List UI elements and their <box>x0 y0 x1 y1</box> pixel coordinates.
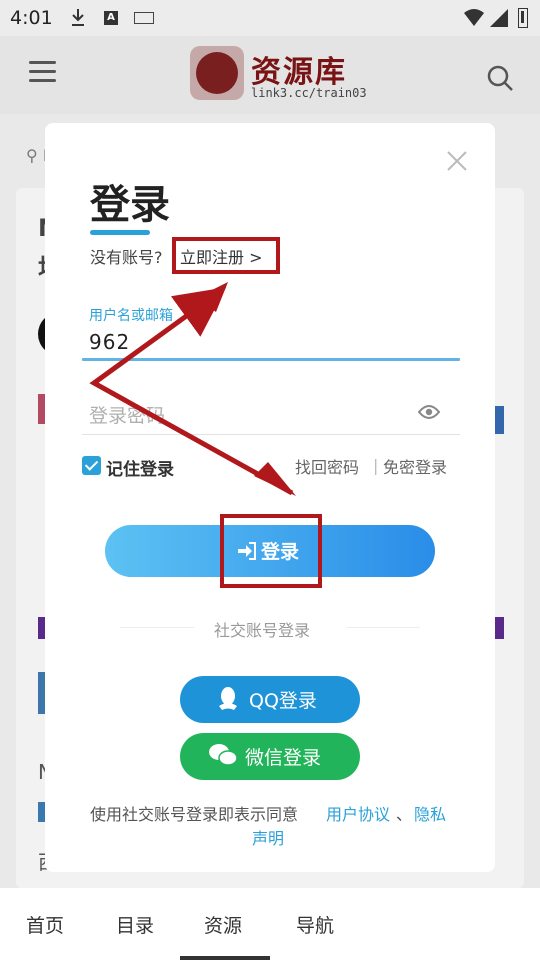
nav-active-indicator <box>180 956 270 960</box>
eye-icon[interactable] <box>418 404 440 420</box>
qq-icon <box>219 687 237 710</box>
wechat-icon <box>209 744 238 766</box>
social-login-label: 社交账号登录 <box>214 621 311 640</box>
agreement-separator: 、 <box>396 805 413 824</box>
title-underline <box>90 230 150 235</box>
site-title: 资源库 <box>251 55 347 90</box>
nav-resources[interactable]: 资源 <box>204 911 242 938</box>
nav-home[interactable]: 首页 <box>26 911 64 938</box>
user-agreement-link[interactable]: 用户协议 <box>326 801 390 825</box>
privacy-link[interactable]: 隐私 <box>414 801 446 825</box>
password-underline <box>82 434 460 435</box>
download-icon <box>72 9 84 26</box>
forgot-password-link[interactable]: 找回密码 <box>295 454 359 478</box>
bg-tag <box>494 406 504 434</box>
username-input[interactable]: 962 <box>89 330 130 354</box>
wechat-login-label[interactable]: 微信登录 <box>245 743 321 770</box>
annotation-box <box>220 514 322 588</box>
privacy-link[interactable]: 声明 <box>252 825 284 849</box>
signal-icon <box>490 9 508 27</box>
close-icon[interactable] <box>446 150 468 172</box>
site-url: link3.cc/train03 <box>251 86 367 100</box>
remember-checkbox[interactable] <box>82 456 101 475</box>
qq-login-label[interactable]: QQ登录 <box>249 686 317 713</box>
divider <box>120 627 194 628</box>
a-icon: A <box>104 11 118 25</box>
link-separator: | <box>373 456 379 475</box>
search-icon[interactable] <box>487 65 513 91</box>
username-label: 用户名或邮箱 <box>89 308 173 324</box>
battery-icon <box>518 8 528 28</box>
clock: 4:01 <box>10 7 53 29</box>
menu-icon[interactable] <box>29 61 56 85</box>
bottom-nav: 首页 目录 资源 导航 <box>0 888 540 960</box>
divider <box>346 627 420 628</box>
nav-navigation[interactable]: 导航 <box>296 911 334 938</box>
remember-label[interactable]: 记住登录 <box>106 455 174 480</box>
wifi-icon <box>464 9 484 26</box>
site-header: 资源库 link3.cc/train03 <box>0 36 540 114</box>
nav-catalog[interactable]: 目录 <box>116 911 154 938</box>
annotation-box <box>172 237 280 274</box>
passwordless-login-link[interactable]: 免密登录 <box>383 454 447 478</box>
no-account-text: 没有账号? <box>90 248 163 267</box>
agreement-text: 使用社交账号登录即表示同意 <box>90 805 299 824</box>
password-input[interactable]: 登录密码 <box>89 401 165 428</box>
status-bar: 4:01 A <box>0 0 540 36</box>
username-underline <box>82 358 460 361</box>
modal-title: 登录 <box>90 182 170 228</box>
keyboard-icon <box>134 12 154 24</box>
logo-icon <box>190 46 244 100</box>
bg-bar <box>494 617 504 639</box>
